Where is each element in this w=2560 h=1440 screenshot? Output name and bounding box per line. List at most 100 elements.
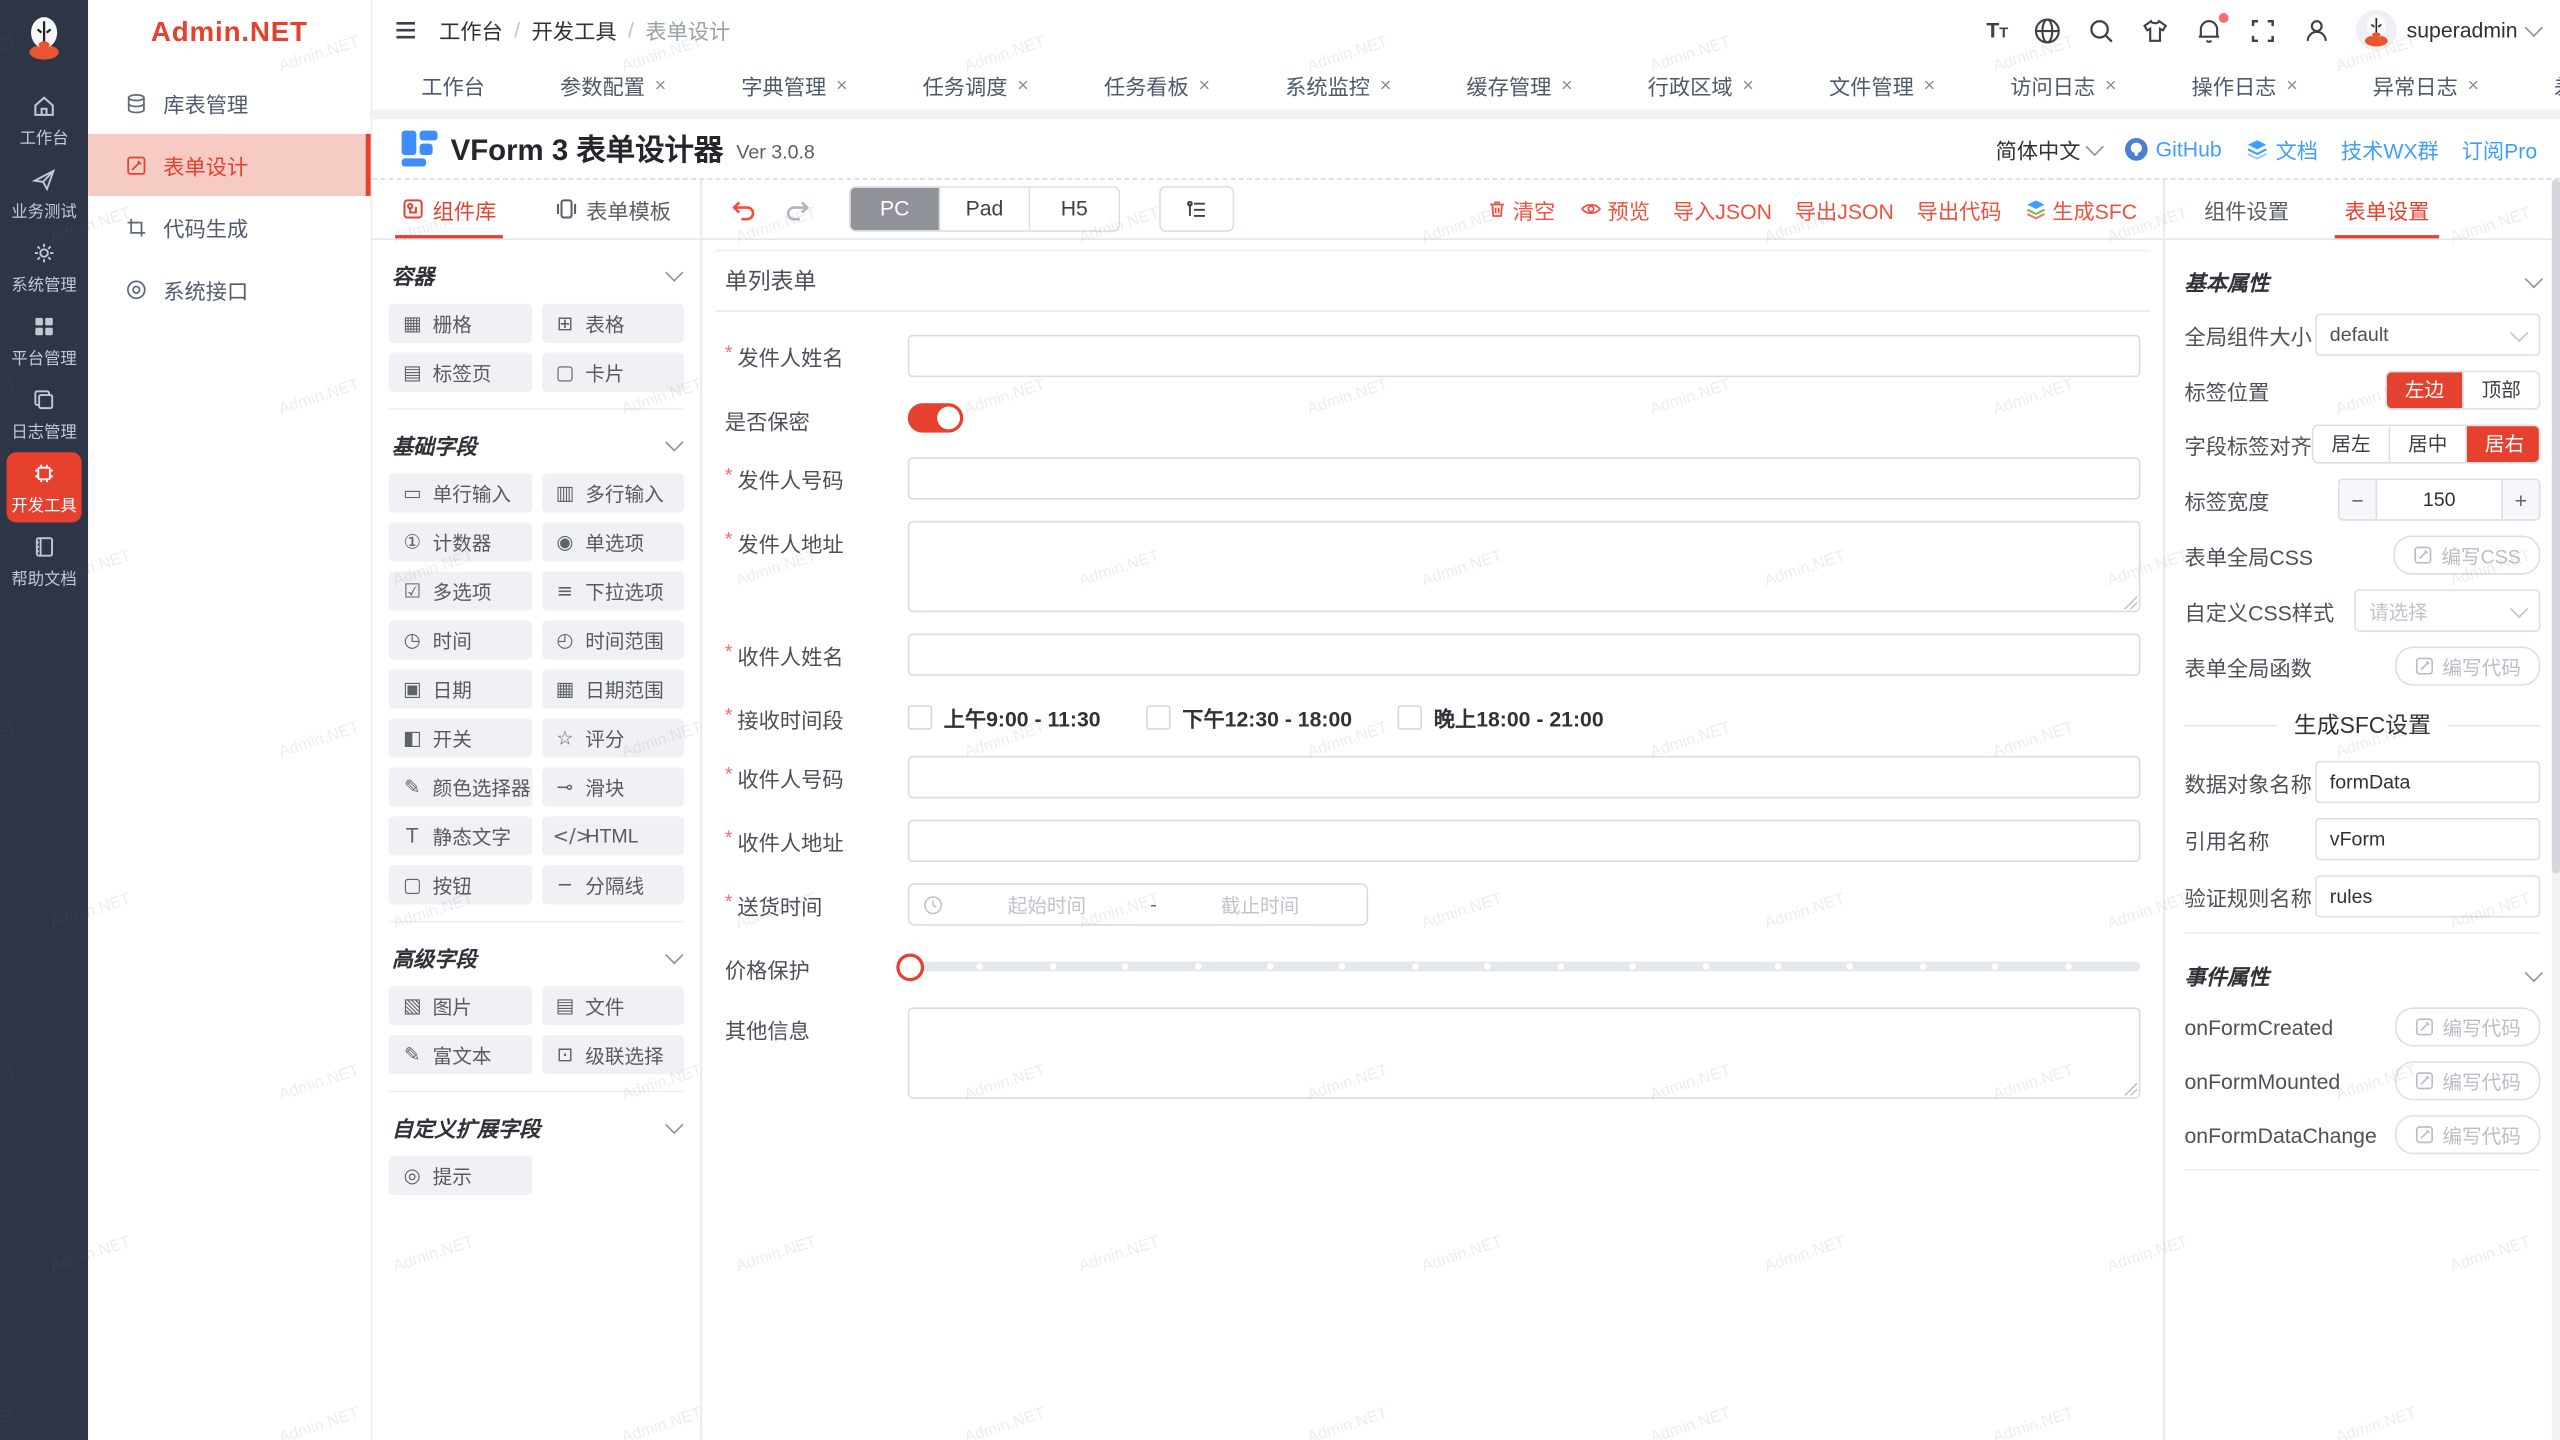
rail-item-paper-plane[interactable]: 业务测试 [7,158,82,228]
app-logo[interactable] [16,10,72,66]
textarea-input[interactable] [908,521,2141,612]
page-tab[interactable]: 异常日志× [2360,64,2492,105]
action-link[interactable]: 导入JSON [1673,193,1772,224]
action-trash[interactable]: 清空 [1485,193,1555,224]
close-tab-icon[interactable]: × [1380,75,1391,95]
text-input[interactable]: vForm [2315,818,2540,860]
subscribe-pro-link[interactable]: 订阅Pro [2462,133,2537,164]
device-pc-button[interactable]: PC [851,188,941,230]
close-tab-icon[interactable]: × [2105,75,2116,95]
widget-item[interactable]: ◧开关 [389,718,532,757]
slider[interactable] [908,947,2141,986]
notifications-bell-icon[interactable] [2194,16,2223,45]
rail-item-book[interactable]: 帮助文档 [7,526,82,596]
widget-item[interactable]: ─分隔线 [541,865,684,904]
widget-item[interactable]: ▥多行输入 [541,473,684,512]
form-field-input[interactable]: *发件人号码 [725,457,2141,499]
close-tab-icon[interactable]: × [2286,75,2297,95]
scrollbar-thumb[interactable] [2552,180,2560,873]
widget-item[interactable]: ⊡级联选择 [541,1035,684,1074]
widget-section-header[interactable]: 基础字段 [389,423,685,474]
action-link[interactable]: 导出JSON [1795,193,1894,224]
widget-item[interactable]: ▧图片 [389,986,532,1025]
submenu-item-crop[interactable]: 代码生成 [88,196,370,258]
time-range-picker[interactable]: 起始时间-截止时间 [908,883,1368,925]
device-pad-button[interactable]: Pad [940,188,1030,230]
wx-group-link[interactable]: 技术WX群 [2341,133,2439,164]
text-input[interactable] [908,457,2141,499]
edit-code-button[interactable]: 编写代码 [2395,1007,2540,1046]
language-icon[interactable] [2033,16,2062,45]
language-select[interactable]: 简体中文 [1996,133,2102,164]
textarea-input[interactable] [908,1007,2141,1098]
widget-item[interactable]: ◉单选项 [541,522,684,561]
submenu-item-database[interactable]: 库表管理 [88,72,370,134]
form-field-checkboxes[interactable]: *接收时间段上午9:00 - 11:30下午12:30 - 18:00晚上18:… [725,697,2141,735]
text-input[interactable] [908,633,2141,675]
text-input[interactable]: rules [2315,875,2540,917]
submenu-item-edit[interactable]: 表单设计 [88,134,370,196]
widget-item[interactable]: ▤标签页 [389,353,532,392]
form-field-input[interactable]: *收件人地址 [725,820,2141,862]
collapse-menu-icon[interactable] [392,16,420,44]
breadcrumb-item[interactable]: 工作台 [439,15,503,46]
label-align-option[interactable]: 居左 [2313,426,2390,462]
checkbox-option[interactable]: 晚上18:00 - 21:00 [1398,702,1604,733]
page-tab[interactable]: 参数配置× [547,64,679,105]
node-tree-button[interactable] [1159,186,1234,232]
stepper-decrease-button[interactable]: − [2340,480,2378,519]
close-tab-icon[interactable]: × [2467,75,2478,95]
widget-item[interactable]: ▭单行输入 [389,473,532,512]
basic-props-header[interactable]: 基本属性 [2184,256,2540,313]
widget-item[interactable]: ✎颜色选择器 [389,767,532,806]
label-position-option[interactable]: 顶部 [2464,372,2539,408]
widget-item[interactable]: </>HTML [541,816,684,855]
label-align-option[interactable]: 居中 [2390,426,2467,462]
widget-item[interactable]: ☆评分 [541,718,684,757]
close-tab-icon[interactable]: × [1561,75,1572,95]
close-tab-icon[interactable]: × [1017,75,1028,95]
rail-item-home[interactable]: 工作台 [7,85,82,155]
widget-item[interactable]: ①计数器 [389,522,532,561]
close-tab-icon[interactable]: × [836,75,847,95]
user-menu[interactable]: superadmin [2356,10,2540,51]
search-icon[interactable] [2087,16,2116,45]
undo-icon[interactable] [728,196,757,222]
page-tab[interactable]: 行政区域× [1635,64,1767,105]
tab-component-library[interactable]: 组件库 [402,180,497,239]
text-input[interactable]: formData [2315,761,2540,803]
widget-item[interactable]: ✎富文本 [389,1035,532,1074]
profile-icon[interactable] [2302,16,2331,45]
widget-item[interactable]: ▢卡片 [541,353,684,392]
text-input[interactable] [908,820,2141,862]
slider-handle[interactable] [896,953,924,981]
widget-item[interactable]: ⊞表格 [541,304,684,343]
widget-section-header[interactable]: 容器 [389,253,685,304]
page-tab[interactable]: 字典管理× [728,64,860,105]
checkbox-option[interactable]: 下午12:30 - 18:00 [1146,702,1352,733]
widget-item[interactable]: ≡下拉选项 [541,571,684,610]
widget-item[interactable]: ▢按钮 [389,865,532,904]
submenu-item-api[interactable]: 系统接口 [88,258,370,320]
docs-link[interactable]: 文档 [2245,133,2318,164]
edit-css-button[interactable]: 编写CSS [2394,536,2540,575]
widget-item[interactable]: ⊸滑块 [541,767,684,806]
widget-section-header[interactable]: 高级字段 [389,936,685,987]
form-field-timerange[interactable]: *送货时间起始时间-截止时间 [725,883,2141,925]
widget-item[interactable]: ◷时间 [389,620,532,659]
label-align-option[interactable]: 居右 [2467,426,2540,462]
checkbox-option[interactable]: 上午9:00 - 11:30 [908,702,1101,733]
close-tab-icon[interactable]: × [1199,75,1210,95]
page-tab[interactable]: 访问日志× [1997,64,2129,105]
edit-code-button[interactable]: 编写代码 [2395,1061,2540,1100]
page-tab[interactable]: 任务看板× [1091,64,1223,105]
github-link[interactable]: GitHub [2125,136,2222,160]
checkbox-icon[interactable] [1146,705,1170,729]
widget-item[interactable]: ☑多选项 [389,571,532,610]
checkbox-icon[interactable] [908,705,932,729]
scrollbar[interactable] [2552,180,2560,1440]
widget-item[interactable]: ▣日期 [389,669,532,708]
form-field-textarea[interactable]: 其他信息 [725,1007,2141,1098]
checkbox-icon[interactable] [1398,705,1422,729]
form-field-textarea[interactable]: *发件人地址 [725,521,2141,612]
